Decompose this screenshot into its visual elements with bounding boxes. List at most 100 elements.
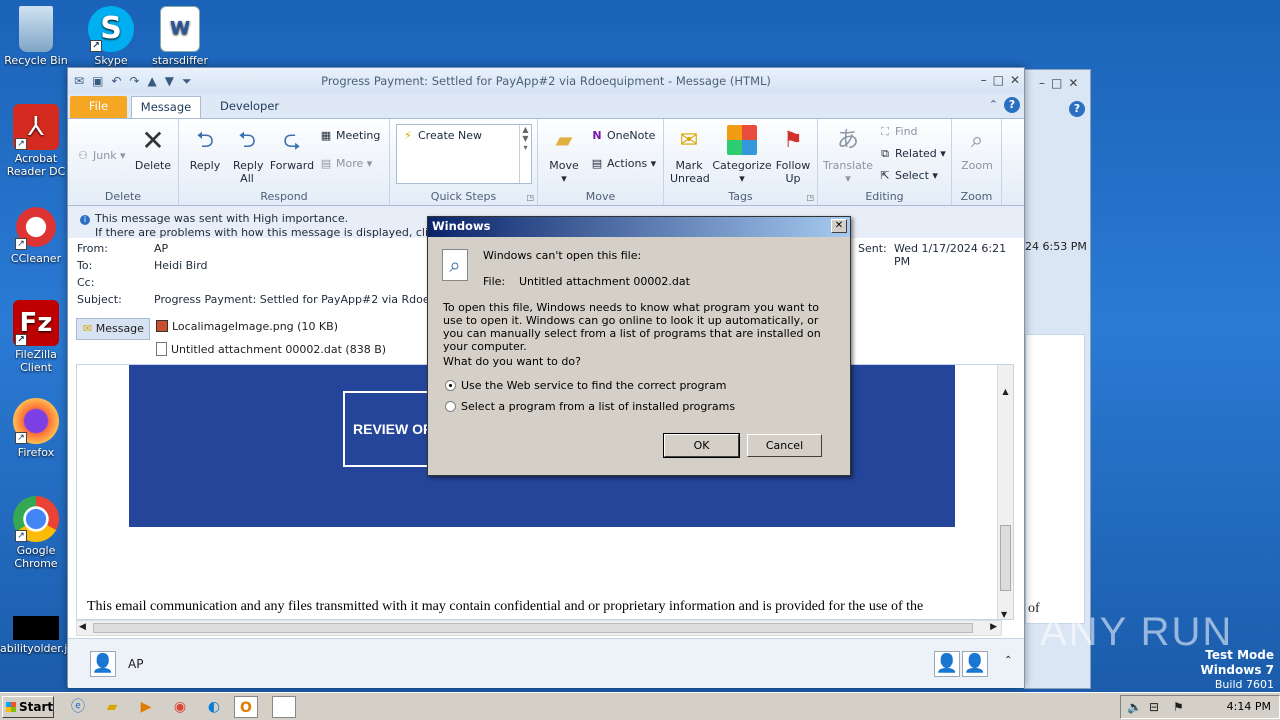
system-tray: 🔈 ⊟ ⚑ 4:14 PM bbox=[1120, 695, 1280, 719]
help-icon[interactable]: ? bbox=[1004, 97, 1020, 113]
collapse-ribbon-icon[interactable]: ⌃ bbox=[989, 98, 998, 111]
find-button[interactable]: ⛶ Find bbox=[878, 125, 917, 139]
delete-button[interactable]: ✕ Delete bbox=[132, 125, 174, 172]
quick-steps-gallery[interactable]: ⚡ Create New ▲ ▼ ▾ bbox=[396, 124, 532, 184]
open-with-dialog[interactable]: Windows ✕ ⌕ Windows can't open this file… bbox=[427, 216, 851, 476]
forward-button[interactable]: ⮎ Forward bbox=[269, 125, 315, 172]
explorer-folder-icon[interactable]: ▰ bbox=[100, 696, 124, 718]
option-web-service-label: Use the Web service to find the correct … bbox=[461, 379, 727, 392]
lightning-icon: ⚡ bbox=[404, 129, 412, 142]
ok-button[interactable]: OK bbox=[663, 433, 740, 458]
clock[interactable]: 4:14 PM bbox=[1227, 700, 1271, 713]
contact-avatar-2[interactable]: 👤 bbox=[962, 651, 988, 677]
junk-button[interactable]: ⚇ Junk ▾ bbox=[76, 149, 126, 162]
from-value[interactable]: AP bbox=[154, 242, 168, 255]
test-mode-watermark: Test Mode Windows 7 Build 7601 bbox=[1201, 648, 1274, 692]
network-icon[interactable]: ⊟ bbox=[1149, 700, 1159, 714]
reply-all-button[interactable]: ⮌ Reply All bbox=[229, 125, 265, 185]
option-web-service[interactable]: Use the Web service to find the correct … bbox=[445, 379, 726, 392]
expand-people-pane-icon[interactable]: ⌃ bbox=[1004, 655, 1012, 666]
select-button[interactable]: ⇱ Select ▾ bbox=[878, 169, 938, 182]
dialog-close-button[interactable]: ✕ bbox=[831, 219, 847, 233]
start-button[interactable]: Start bbox=[2, 696, 54, 718]
attachment-png[interactable]: LocalimageImage.png (10 KB) bbox=[156, 320, 338, 333]
desktop-icon-acrobat[interactable]: ⅄ ↗ Acrobat Reader DC bbox=[0, 104, 72, 178]
cancel-button[interactable]: Cancel bbox=[747, 434, 822, 457]
vertical-scrollbar[interactable]: ▲ ▼ bbox=[997, 365, 1013, 619]
person-avatar[interactable]: 👤 bbox=[90, 651, 116, 677]
help-icon[interactable]: ? bbox=[1069, 101, 1085, 117]
desktop-icon-firefox[interactable]: ↗ Firefox bbox=[0, 398, 72, 459]
tab-file[interactable]: File bbox=[70, 96, 127, 118]
outlook-taskbar-icon[interactable]: O bbox=[234, 696, 258, 718]
minimize-button[interactable]: – bbox=[981, 73, 987, 87]
scroll-up-arrow[interactable]: ▲ bbox=[998, 387, 1013, 396]
follow-up-button[interactable]: ⚑ Follow Up bbox=[772, 125, 814, 185]
file-label: File: bbox=[483, 275, 506, 288]
categorize-button[interactable]: Categorize ▾ bbox=[712, 125, 772, 185]
close-button[interactable]: ✕ bbox=[1010, 73, 1020, 87]
maximize-button[interactable]: □ bbox=[993, 73, 1004, 87]
attachment-dat-label: Untitled attachment 00002.dat (838 B) bbox=[171, 343, 387, 356]
blank-document-taskbar-icon[interactable] bbox=[272, 696, 296, 718]
categorize-label: Categorize bbox=[712, 159, 772, 172]
create-new-button[interactable]: ⚡ Create New bbox=[401, 129, 482, 142]
more-icon: ▤ bbox=[320, 157, 332, 170]
ie-icon[interactable]: ⓔ bbox=[66, 696, 90, 718]
background-outlook-window[interactable]: –□✕ ? 24 6:53 PM of bbox=[1024, 69, 1091, 689]
scroll-left-arrow[interactable]: ◀ bbox=[79, 622, 86, 632]
scroll-thumb[interactable] bbox=[93, 623, 973, 633]
dialog-launcher-icon[interactable]: ◳ bbox=[526, 193, 534, 202]
tab-message[interactable]: Message bbox=[131, 96, 201, 118]
more-button[interactable]: ▤ More ▾ bbox=[319, 157, 373, 170]
flag-icon[interactable]: ⚑ bbox=[1173, 700, 1184, 714]
dialog-launcher-icon[interactable]: ◳ bbox=[806, 193, 814, 202]
folder-move-icon: ▰ bbox=[555, 127, 573, 153]
desktop-icon-abilityolder[interactable]: abilityolder.jp bbox=[0, 616, 74, 655]
meeting-button[interactable]: ▦ Meeting bbox=[319, 129, 381, 142]
to-label: To: bbox=[77, 259, 93, 272]
desktop-icon-recycle-bin[interactable]: Recycle Bin bbox=[0, 6, 72, 67]
more-label: More bbox=[336, 157, 364, 170]
forward-label: Forward bbox=[269, 159, 315, 172]
desktop-icon-ccleaner[interactable]: ↗ CCleaner bbox=[0, 204, 72, 265]
mark-unread-button[interactable]: ✉ Mark Unread bbox=[668, 125, 710, 185]
media-player-icon[interactable]: ▶ bbox=[134, 696, 158, 718]
radio-unselected[interactable] bbox=[445, 401, 456, 412]
attachment-dat[interactable]: Untitled attachment 00002.dat (838 B) bbox=[156, 342, 386, 356]
watermark-line-3: Build 7601 bbox=[1214, 678, 1274, 691]
scroll-down-arrow[interactable]: ▼ bbox=[1001, 610, 1007, 619]
tab-developer[interactable]: Developer bbox=[208, 96, 291, 118]
message-attachment-tab[interactable]: ✉ Message bbox=[76, 318, 150, 340]
contact-avatar-1[interactable]: 👤 bbox=[934, 651, 960, 677]
related-icon: ⧉ bbox=[881, 147, 889, 160]
radio-selected[interactable] bbox=[445, 380, 456, 391]
scroll-right-arrow[interactable]: ▶ bbox=[990, 622, 997, 632]
related-button[interactable]: ⧉ Related ▾ bbox=[878, 147, 946, 161]
magnifier-icon: ⌕ bbox=[970, 127, 984, 153]
move-button[interactable]: ▰ Move ▾ bbox=[544, 125, 584, 185]
desktop-icon-chrome[interactable]: ↗ Google Chrome bbox=[0, 496, 72, 570]
reply-button[interactable]: ⮌ Reply bbox=[185, 125, 225, 172]
subject-label: Subject: bbox=[77, 293, 122, 306]
group-label: Quick Steps bbox=[430, 190, 497, 203]
horizontal-scrollbar[interactable]: ◀ ▶ bbox=[76, 620, 1002, 636]
desktop-icon-filezilla[interactable]: Fz ↗ FileZilla Client bbox=[0, 300, 72, 374]
desktop-icon-skype[interactable]: S ↗ Skype bbox=[75, 6, 147, 67]
volume-icon[interactable]: 🔈 bbox=[1127, 700, 1142, 714]
option-installed-programs[interactable]: Select a program from a list of installe… bbox=[445, 400, 735, 413]
zoom-button[interactable]: ⌕ Zoom bbox=[956, 125, 998, 172]
actions-button[interactable]: ▤ Actions ▾ bbox=[590, 157, 656, 170]
to-value[interactable]: Heidi Bird bbox=[154, 259, 208, 272]
background-sent-time: 24 6:53 PM bbox=[1025, 240, 1087, 253]
translate-button[interactable]: あ Translate ▾ bbox=[820, 125, 876, 185]
ribbon-group-delete: ⚇ Junk ▾ ✕ Delete Delete bbox=[68, 119, 179, 205]
onenote-button[interactable]: N OneNote bbox=[590, 129, 655, 142]
desktop-icon-starsdiffer[interactable]: W starsdiffer bbox=[144, 6, 216, 67]
black-file-icon bbox=[13, 616, 59, 640]
edge-icon[interactable]: ◐ bbox=[202, 696, 226, 718]
gallery-scroll[interactable]: ▲ ▼ ▾ bbox=[519, 125, 531, 183]
scroll-thumb[interactable] bbox=[1000, 525, 1011, 591]
background-body-text: of bbox=[1028, 601, 1040, 616]
chrome-taskbar-icon[interactable]: ◉ bbox=[168, 696, 192, 718]
